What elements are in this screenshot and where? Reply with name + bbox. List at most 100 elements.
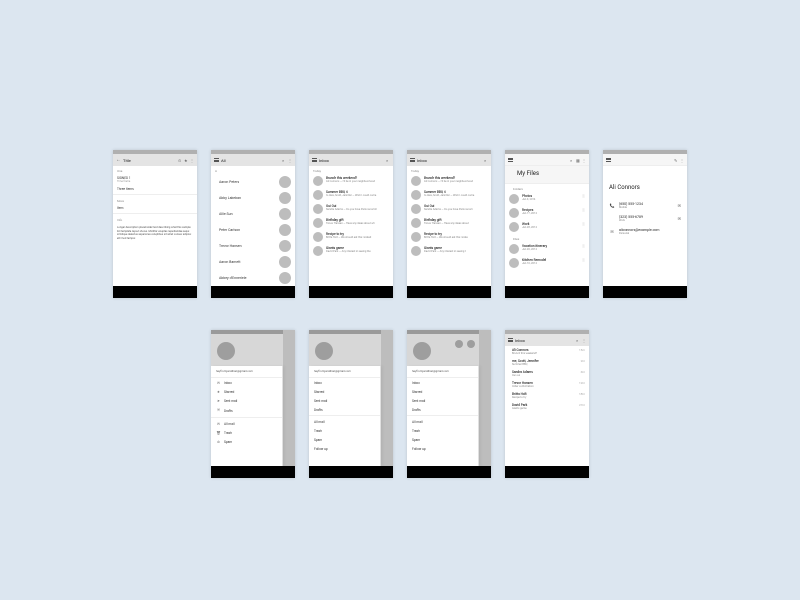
menu-icon[interactable]	[312, 158, 317, 162]
list-item[interactable]: Three items	[113, 185, 197, 193]
info-icon[interactable]: ⓘ	[582, 244, 585, 248]
list-item[interactable]: Allie Sun	[211, 206, 295, 222]
avatar	[313, 204, 323, 214]
star-icon[interactable]: ★	[184, 158, 188, 162]
overflow-icon[interactable]: ⋮	[582, 338, 586, 342]
list-item[interactable]: Giants gameDavid Park — Any interest in …	[309, 244, 393, 258]
account-email[interactable]: heyfromjonathan@gmail.com	[309, 366, 380, 378]
account-email[interactable]: heyfromjonathan@gmail.com	[211, 366, 282, 378]
detail-row[interactable]: ✉aliconnors@example.comPersonal	[603, 225, 687, 238]
list-item[interactable]: Brunch this weekend?Ali Connors — I'll b…	[407, 174, 491, 188]
back-icon[interactable]: ←	[116, 157, 121, 163]
nav-item[interactable]: All mail	[309, 417, 380, 426]
nav-item[interactable]: Spam	[407, 435, 478, 444]
detail-row[interactable]: (323) 555-6789Work✉	[603, 212, 687, 225]
list-item[interactable]: SIGNED 1Time frame	[113, 174, 197, 185]
list-item[interactable]: Recipe to tryBritta Holt — We should eat…	[407, 230, 491, 244]
nav-item[interactable]: Starred	[309, 387, 380, 396]
nav-item[interactable]: Starred	[407, 387, 478, 396]
nav-item[interactable]: ⊘Spam	[211, 437, 282, 446]
overflow-icon[interactable]: ⋮	[680, 158, 684, 162]
list-item[interactable]: Aaron Barnett	[211, 254, 295, 270]
nav-item[interactable]: Inbox	[407, 378, 478, 387]
screen-drawer-b: heyfromjonathan@gmail.com InboxStarredSe…	[309, 330, 393, 478]
nav-item[interactable]: All mail	[407, 417, 478, 426]
nav-item[interactable]: Follow up	[407, 444, 478, 453]
list-item[interactable]: Trevor HansenOrder confirmation12hr	[505, 379, 589, 390]
list-item[interactable]: Britta HoltRecipe to try18hr	[505, 390, 589, 401]
list-item[interactable]: Aaron Peters	[211, 174, 295, 190]
screen-title-list: ← Title ⊙ ★ ⋮ One SIGNED 1Time frame Thr…	[113, 150, 197, 298]
search-icon[interactable]: ⌕	[570, 158, 574, 162]
list-item[interactable]: Giants gameDavid Park — Any interest in …	[407, 244, 491, 258]
list-item[interactable]: PhotosJan 9, 2014ⓘ	[505, 192, 589, 206]
avatar-alt[interactable]	[455, 340, 463, 348]
message-icon[interactable]: ✉	[678, 216, 681, 221]
overflow-icon[interactable]: ⋮	[190, 158, 194, 162]
list-item[interactable]: Oui OuiSandra Adams — Do you have Paris …	[309, 202, 393, 216]
search-icon[interactable]: ⌕	[576, 338, 580, 342]
list-item[interactable]: Sandra AdamsOui oui6hr	[505, 368, 589, 379]
account-email[interactable]: heyfromjonathan@gmail.com	[407, 366, 478, 378]
menu-icon[interactable]	[508, 338, 513, 342]
search-icon[interactable]: ⌕	[386, 158, 390, 162]
list-item[interactable]: Trevor Hansen	[211, 238, 295, 254]
search-icon[interactable]: ⌕	[282, 158, 286, 162]
detail-row[interactable]: 📞(650) 555-1234Mobile✉	[603, 199, 687, 212]
avatar[interactable]	[217, 342, 235, 360]
nav-item[interactable]: ✉All mail	[211, 419, 282, 428]
nav-item[interactable]: Trash	[309, 426, 380, 435]
list-item[interactable]: Abbey d'Enneriele	[211, 270, 295, 286]
mockup-row-1: ← Title ⊙ ★ ⋮ One SIGNED 1Time frame Thr…	[0, 150, 800, 298]
avatar-alt[interactable]	[467, 340, 475, 348]
list-item[interactable]: Oui OuiSandra Adams — Do you have Paris …	[407, 202, 491, 216]
nav-item[interactable]: ✉Inbox	[211, 378, 282, 387]
menu-icon[interactable]	[410, 158, 415, 162]
nav-item[interactable]: ➤Sent mail	[211, 396, 282, 405]
list-item[interactable]: Abby Lakeban	[211, 190, 295, 206]
nav-item[interactable]: Drafts	[309, 405, 380, 414]
nav-item[interactable]: Trash	[407, 426, 478, 435]
nav-item[interactable]: ★Starred	[211, 387, 282, 396]
menu-icon[interactable]	[606, 158, 611, 162]
list-item[interactable]: Summer BBQ 4to Alex, Scott, Jennifer — W…	[407, 188, 491, 202]
info-icon[interactable]: ⓘ	[582, 194, 585, 198]
list-item[interactable]: WorkJan 28, 2014ⓘ	[505, 220, 589, 234]
avatar[interactable]	[413, 342, 431, 360]
list-item[interactable]: Birthday giftTrevor Hansen — Have any id…	[309, 216, 393, 230]
nav-item[interactable]: Spam	[309, 435, 380, 444]
nav-item[interactable]: Sent mail	[309, 396, 380, 405]
info-icon[interactable]: ⓘ	[582, 208, 585, 212]
nav-item[interactable]: Inbox	[309, 378, 380, 387]
view-icon[interactable]: ▦	[576, 158, 580, 162]
nav-item[interactable]: Follow up	[309, 444, 380, 453]
nav-item[interactable]: 🗎Drafts	[211, 405, 282, 416]
list-item[interactable]: David ParkGiants game21hr	[505, 401, 589, 412]
info-icon[interactable]: ⓘ	[582, 222, 585, 226]
list-item[interactable]: Kitchen RemodelJan 10, 2014ⓘ	[505, 256, 589, 270]
list-item[interactable]: Item	[113, 204, 197, 212]
overflow-icon[interactable]: ⋮	[288, 158, 292, 162]
nav-item[interactable]: 🗑Trash	[211, 428, 282, 437]
list-item[interactable]: Summer BBQ 4to Alex, Scott, Jennifer — W…	[309, 188, 393, 202]
list-item[interactable]: RecipesJan 17, 2014ⓘ	[505, 206, 589, 220]
overflow-icon[interactable]: ⋮	[582, 158, 586, 162]
list-item[interactable]: Brunch this weekend?Ali Connors — I'll b…	[309, 174, 393, 188]
nav-item[interactable]: Sent mail	[407, 396, 478, 405]
nav-item[interactable]: Drafts	[407, 405, 478, 414]
list-item[interactable]: Birthday giftTrevor Hansen — Have any id…	[407, 216, 491, 230]
message-icon[interactable]: ✉	[678, 203, 681, 208]
avatar[interactable]	[315, 342, 333, 360]
menu-icon[interactable]	[508, 158, 513, 162]
search-icon[interactable]: ⌕	[484, 158, 488, 162]
avatar	[313, 232, 323, 242]
search-icon[interactable]: ⊙	[178, 158, 182, 162]
list-item[interactable]: Recipe to tryBritta Holt — We should eat…	[309, 230, 393, 244]
list-item[interactable]: Peter Carlson	[211, 222, 295, 238]
edit-icon[interactable]: ✎	[674, 158, 678, 162]
list-item[interactable]: me, Scott, JenniferSummer BBQ2hr	[505, 357, 589, 368]
list-item[interactable]: Vacation itineraryJan 20, 2014ⓘ	[505, 242, 589, 256]
info-icon[interactable]: ⓘ	[582, 258, 585, 262]
list-item[interactable]: Ali ConnorsBrunch this weekend?15m	[505, 346, 589, 357]
menu-icon[interactable]	[214, 158, 219, 162]
